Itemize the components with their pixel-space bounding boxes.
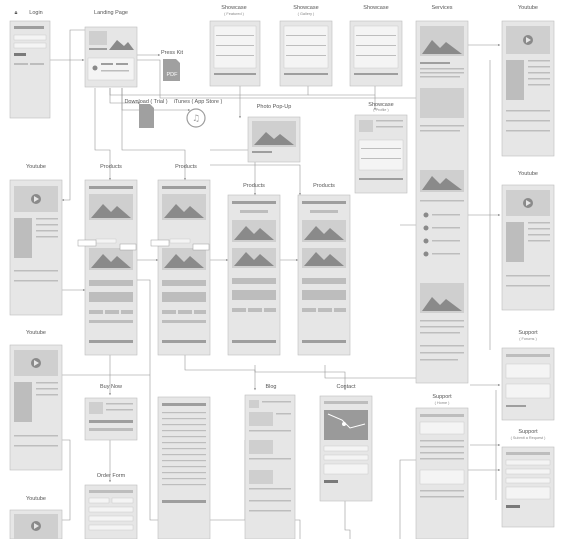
- frame-title-itunes: iTunes ( App Store ): [174, 99, 223, 105]
- frame-youtube-left-3: [9, 509, 63, 539]
- file-icon-download: [139, 104, 154, 128]
- frame-subtitle-showcase-profile: ( Profile ): [373, 108, 389, 112]
- frame-title-products-4: Products: [313, 183, 335, 189]
- frame-products-2: [157, 179, 211, 356]
- frame-products-1: [84, 179, 138, 356]
- frame-subtitle-support-home: ( Home ): [435, 401, 451, 405]
- frame-showcase-profile: [354, 114, 408, 194]
- frame-blog: [244, 394, 296, 539]
- frame-contact: [319, 395, 373, 502]
- frame-order-form: [84, 484, 138, 539]
- frame-showcase-featured: [209, 20, 261, 87]
- frame-title-blog: Blog: [265, 384, 276, 390]
- svg-text:♫: ♫: [192, 114, 200, 124]
- frame-subtitle-support-forums: ( Forums ): [519, 337, 537, 341]
- frame-support-request: [501, 446, 555, 528]
- frame-title-press-kit: Press Kit: [161, 50, 183, 56]
- frame-youtube-right-2: [501, 184, 555, 311]
- frame-title-login: Login: [29, 10, 42, 16]
- frame-title-download: Download ( Trial ): [124, 99, 167, 105]
- frame-youtube-left-2: [9, 344, 63, 471]
- frame-title-showcase-3: Showcase: [363, 5, 388, 11]
- frame-title-products-1: Products: [100, 164, 122, 170]
- frame-title-support-request: Support: [518, 429, 538, 435]
- frame-showcase-3: [349, 20, 403, 87]
- frame-title-products-2: Products: [175, 164, 197, 170]
- frame-title-services: Services: [431, 5, 452, 11]
- frame-title-youtube-left-1: Youtube: [26, 164, 46, 170]
- frame-title-products-3: Products: [243, 183, 265, 189]
- frame-title-contact: Contact: [337, 384, 356, 390]
- frame-buy-now: [84, 397, 138, 441]
- frame-title-support-forums: Support: [518, 330, 538, 336]
- frame-support-home: [415, 407, 469, 539]
- frame-youtube-left-1: [9, 179, 63, 316]
- frame-showcase-gallery: [279, 20, 333, 87]
- frame-products-4: [297, 194, 351, 356]
- frame-title-showcase-gallery: Showcase: [293, 5, 318, 11]
- frame-title-support-home: Support: [432, 394, 452, 400]
- file-icon-press-kit: PDF: [163, 59, 180, 81]
- frame-order-table: [157, 396, 211, 539]
- frame-title-youtube-right-2: Youtube: [518, 171, 538, 177]
- frame-title-youtube-right-1: Youtube: [518, 5, 538, 11]
- frame-title-youtube-left-3: Youtube: [26, 496, 46, 502]
- frame-products-3: [227, 194, 281, 356]
- frame-support-forums: [501, 347, 555, 421]
- frame-youtube-right-1: [501, 20, 555, 157]
- frame-title-showcase-featured: Showcase: [221, 5, 246, 11]
- itunes-icon: ♫: [186, 108, 206, 128]
- frame-subtitle-support-request: ( Submit a Request ): [511, 436, 547, 440]
- frame-subtitle-showcase-gallery: ( Gallery ): [298, 12, 315, 16]
- frame-services: [415, 20, 469, 384]
- frame-title-landing: Landing Page: [94, 10, 128, 16]
- frame-subtitle-showcase-featured: ( Featured ): [224, 12, 245, 16]
- frame-photo-popup: [247, 116, 301, 163]
- lock-icon: 🔒︎: [15, 10, 18, 16]
- pdf-label: PDF: [167, 72, 179, 78]
- frame-title-youtube-left-2: Youtube: [26, 330, 46, 336]
- frame-landing: [84, 26, 138, 88]
- frame-title-order-form: Order Form: [97, 473, 126, 479]
- frame-login: [9, 20, 51, 119]
- sitemap-diagram: Login 🔒︎ Landing Page PDF Press Kit Show…: [9, 5, 555, 539]
- frame-title-buy-now: Buy Now: [100, 384, 122, 390]
- frame-title-photo-popup: Photo Pop-Up: [257, 104, 292, 110]
